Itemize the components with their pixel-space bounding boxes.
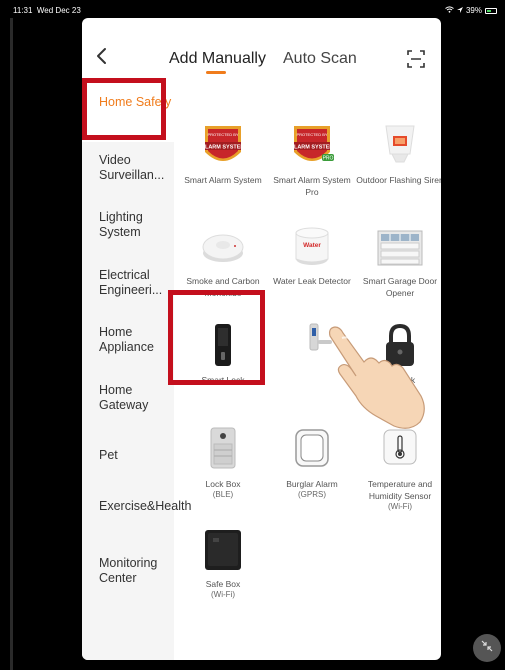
alarm-system-text: ALARM SYSTEM: [290, 145, 334, 151]
scan-button[interactable]: [407, 50, 425, 68]
device-sublabel: (Wi-Fi): [211, 590, 235, 599]
thermometer-icon: [376, 426, 424, 474]
device-tile-outdoor-flashing-siren[interactable]: Outdoor Flashing Siren: [356, 122, 441, 186]
alarm-system-pro-icon: PROTECTED BY ALARM SYSTEM PRO: [288, 122, 336, 170]
sidebar-item-home-gateway[interactable]: Home Gateway: [99, 383, 173, 413]
device-sublabel: (GPRS): [298, 490, 326, 499]
device-sublabel: (Wi-Fi): [388, 502, 412, 511]
chevron-left-icon: [97, 48, 106, 64]
wifi-icon: [445, 6, 454, 15]
device-tile-water-leak-detector[interactable]: Water Water Leak Detector: [268, 223, 356, 287]
device-sublabel: (BLE): [212, 490, 234, 499]
water-leak-icon: Water: [288, 223, 336, 271]
device-label: Water Leak Detector: [273, 276, 351, 286]
smoke-detector-icon: [199, 223, 247, 271]
safe-box-icon: [199, 526, 247, 574]
device-label: Smart Alarm System Pro: [273, 175, 351, 197]
alarm-system-icon: PROTECTED BY ALARM SYSTEM: [199, 122, 247, 170]
device-label: Burglar Alarm: [286, 479, 338, 489]
sidebar-item-lighting-system[interactable]: Lighting System: [99, 210, 173, 240]
burglar-alarm-icon: [288, 426, 336, 474]
collapse-icon: [481, 640, 493, 652]
back-button[interactable]: [92, 46, 116, 70]
sidebar-item-electrical-engineering[interactable]: Electrical Engineeri...: [99, 268, 173, 298]
alarm-system-text: ALARM SYSTEM: [201, 145, 245, 151]
device-tile-smart-garage-door-opener[interactable]: Smart Garage Door Opener: [356, 223, 441, 299]
device-tile-smoke-carbon-monoxide[interactable]: Smoke and Carbon Monoxide: [179, 223, 267, 299]
status-time: 11:31 Wed Dec 23: [13, 6, 81, 15]
device-tile-burglar-alarm[interactable]: Burglar Alarm (GPRS): [268, 426, 356, 499]
exit-fullscreen-button[interactable]: [473, 634, 501, 662]
sidebar-item-home-appliance[interactable]: Home Appliance: [99, 325, 173, 355]
device-tile-lock-box[interactable]: Lock Box (BLE): [179, 426, 267, 499]
window-edge: [10, 18, 13, 670]
device-label: Lock Box: [205, 479, 241, 489]
device-label: Smart Garage Door Opener: [362, 276, 438, 298]
sidebar-item-pet[interactable]: Pet: [99, 448, 173, 463]
pointing-hand-icon: [326, 318, 436, 433]
device-label: Safe Box: [205, 579, 241, 589]
device-label: Smart Alarm System: [184, 175, 262, 185]
status-bar: 11:31 Wed Dec 23 39%: [0, 0, 505, 18]
scan-icon: [407, 50, 425, 68]
lock-box-icon: [199, 426, 247, 474]
pro-text: PRO: [323, 156, 334, 162]
status-indicators: 39%: [445, 6, 497, 15]
protected-by-text: PROTECTED BY: [207, 132, 238, 137]
tab-add-manually[interactable]: Add Manually: [169, 50, 266, 68]
active-tab-indicator: [206, 71, 226, 74]
category-sidebar: Home Safety Video Surveillan... Lighting…: [82, 78, 191, 660]
device-tile-safe-box[interactable]: Safe Box (Wi-Fi): [179, 526, 267, 599]
location-icon: [456, 6, 463, 15]
sidebar-item-monitoring-center[interactable]: Monitoring Center: [99, 556, 173, 586]
siren-icon: [376, 122, 424, 170]
sidebar-item-video-surveillance[interactable]: Video Surveillan...: [99, 153, 173, 183]
device-label: Outdoor Flashing Siren: [356, 175, 441, 185]
highlight-home-safety: [82, 78, 166, 140]
device-tile-smart-alarm-system[interactable]: PROTECTED BY ALARM SYSTEM Smart Alarm Sy…: [179, 122, 267, 186]
water-text: Water: [303, 242, 321, 249]
protected-by-text: PROTECTED BY: [296, 132, 327, 137]
highlight-smart-lock: [168, 290, 265, 385]
device-tile-smart-alarm-system-pro[interactable]: PROTECTED BY ALARM SYSTEM PRO Smart Alar…: [268, 122, 356, 198]
device-tile-temperature-humidity-sensor[interactable]: Temperature and Humidity Sensor (Wi-Fi): [356, 426, 441, 511]
battery-percent: 39%: [465, 6, 482, 15]
garage-door-icon: [376, 223, 424, 271]
tab-auto-scan[interactable]: Auto Scan: [283, 50, 357, 68]
device-label: Temperature and Humidity Sensor: [367, 479, 433, 501]
battery-icon: [485, 7, 497, 14]
sidebar-item-exercise-health[interactable]: Exercise&Health: [99, 499, 191, 514]
